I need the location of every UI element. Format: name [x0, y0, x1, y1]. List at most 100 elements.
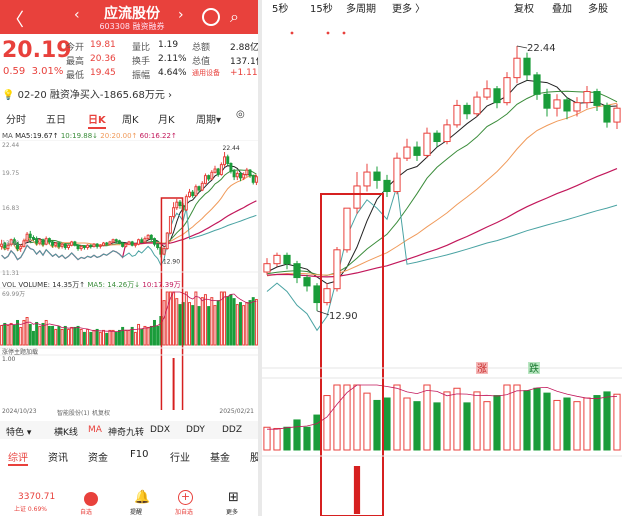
bell-icon[interactable]: 🔔	[134, 490, 150, 505]
indicator-tab[interactable]: DDX	[150, 425, 170, 435]
candle-body	[242, 174, 246, 179]
quote-value: +1.11%	[230, 68, 258, 78]
search-icon[interactable]: ⌕	[230, 7, 239, 27]
candle-body	[213, 168, 217, 173]
kline-chart-small[interactable]: 22.44 12.90	[0, 140, 258, 410]
volume-bar	[54, 328, 58, 346]
volume-bar	[353, 384, 361, 451]
candle-body	[19, 245, 23, 250]
candle-body	[553, 99, 561, 109]
bottom-item-add: 加自选	[175, 509, 194, 516]
tab-period[interactable]: 周K	[122, 111, 139, 126]
watchlist-icon[interactable]	[84, 492, 98, 506]
indicator-tab[interactable]: 神奇九转	[108, 425, 144, 438]
info-tab[interactable]: 资讯	[48, 449, 68, 464]
indicator-tab[interactable]: MA	[88, 425, 102, 435]
volume-bar	[73, 326, 77, 346]
quote-row: 最低 19.45 振幅 4.64% 通用设备 +1.11%	[66, 68, 258, 82]
indicator-tab[interactable]: 特色 ▾	[6, 425, 31, 438]
volume-bar	[178, 304, 182, 346]
tab-period[interactable]: 分时	[6, 111, 26, 126]
volume-bar	[82, 331, 86, 346]
indicator-tabs: 特色 ▾ 横K线 MA 神奇九转 DDX DDY DDZ	[0, 421, 258, 439]
quote-value: 137.1亿	[230, 57, 258, 67]
tab-period[interactable]: 日K	[88, 111, 106, 129]
candle-body	[223, 156, 227, 166]
prev-stock-icon[interactable]: ‹	[74, 7, 80, 23]
kline-chart-zoomed[interactable]: 22.44 12.90 涨 跌	[262, 0, 622, 516]
volume-bar	[31, 330, 35, 346]
volume-bar	[207, 306, 211, 346]
volume-bar	[9, 322, 13, 346]
candle-body	[613, 107, 621, 123]
candle-body	[162, 248, 166, 255]
quote-value: 1.19	[158, 40, 179, 50]
volume-bar	[140, 328, 144, 346]
alert-icon[interactable]	[202, 8, 220, 26]
candle-body	[248, 169, 252, 177]
volume-bar	[92, 329, 96, 346]
info-tab[interactable]: 资金	[88, 449, 108, 464]
back-icon[interactable]: 〈	[6, 6, 24, 32]
candle-body	[235, 172, 239, 178]
toolbar-item[interactable]: 复权	[514, 0, 534, 15]
volume-bar	[363, 392, 371, 451]
quote-label: 今开	[66, 43, 85, 53]
quote-value: 4.64%	[158, 68, 187, 78]
quote-value: 2.11%	[158, 54, 187, 64]
candle-body	[114, 239, 118, 242]
tab-period[interactable]: 五日	[46, 111, 66, 126]
volume-bar	[124, 329, 128, 346]
toolbar-item[interactable]: 更多 〉	[392, 0, 425, 15]
index-value[interactable]: 3370.71	[18, 492, 55, 502]
indicator-tab[interactable]: DDZ	[222, 425, 242, 435]
candle-body	[188, 191, 192, 198]
toolbar-item[interactable]: 5秒	[272, 0, 288, 15]
margin-info[interactable]: 💡 02-20 融资净买入-1865.68万元 ›	[2, 86, 172, 101]
info-tab[interactable]: 行业	[170, 449, 190, 464]
add-icon[interactable]: +	[178, 490, 193, 505]
toolbar-item[interactable]: 叠加	[552, 0, 572, 15]
info-tab[interactable]: 综评	[8, 449, 28, 466]
indicator-tab[interactable]: DDY	[186, 425, 205, 435]
volume-bar	[194, 291, 198, 346]
volume-bar	[238, 302, 242, 346]
volume-bar	[323, 395, 331, 451]
volume-bar	[146, 326, 150, 346]
volume-bar	[443, 391, 451, 451]
toolbar-item[interactable]: 多周期	[346, 0, 376, 15]
info-tab[interactable]: F10	[130, 449, 148, 460]
candle-body	[165, 232, 169, 250]
tab-period[interactable]: 月K	[158, 111, 175, 126]
limit-up-badge-label: 涨	[477, 363, 487, 375]
volume-bar	[216, 300, 220, 346]
candle-body	[38, 239, 42, 244]
settings-icon[interactable]: ◎	[236, 109, 245, 120]
volume-bar	[188, 302, 192, 346]
candle-body	[31, 237, 35, 240]
volume-bar	[263, 426, 271, 451]
info-tab[interactable]: 基金	[210, 449, 230, 464]
candle-body	[363, 171, 371, 187]
volume-bar	[152, 319, 156, 346]
quote-grid: 今开 19.81 量比 1.19 总额 2.88亿 最高 20.36 换手 2.11% 总值 137.…	[66, 40, 258, 82]
ma-line	[1, 207, 257, 267]
price-axis-p1: 19.75	[2, 170, 20, 177]
toolbar-item[interactable]: 多股	[588, 0, 608, 15]
bottom-bar: 3370.71 上证 0.69% 🔔 + ⊞ 自选 提醒 加自选 更多	[0, 490, 258, 516]
volume-bar	[242, 305, 246, 346]
next-stock-icon[interactable]: ›	[178, 7, 184, 23]
toolbar-item[interactable]: 15秒	[310, 0, 333, 15]
indicator-tab[interactable]: 横K线	[54, 425, 78, 438]
candle-body	[210, 171, 214, 180]
volume-bar	[117, 329, 121, 346]
info-tab[interactable]: 股	[250, 449, 258, 464]
candle-body	[293, 263, 301, 279]
candle-body	[184, 196, 188, 211]
grid-icon[interactable]: ⊞	[228, 490, 239, 505]
marker-dot	[326, 31, 330, 35]
volume-bar	[35, 321, 39, 346]
tab-period[interactable]: 周期▾	[196, 111, 221, 126]
volume-bar	[613, 393, 621, 451]
volume-bar	[523, 390, 531, 451]
